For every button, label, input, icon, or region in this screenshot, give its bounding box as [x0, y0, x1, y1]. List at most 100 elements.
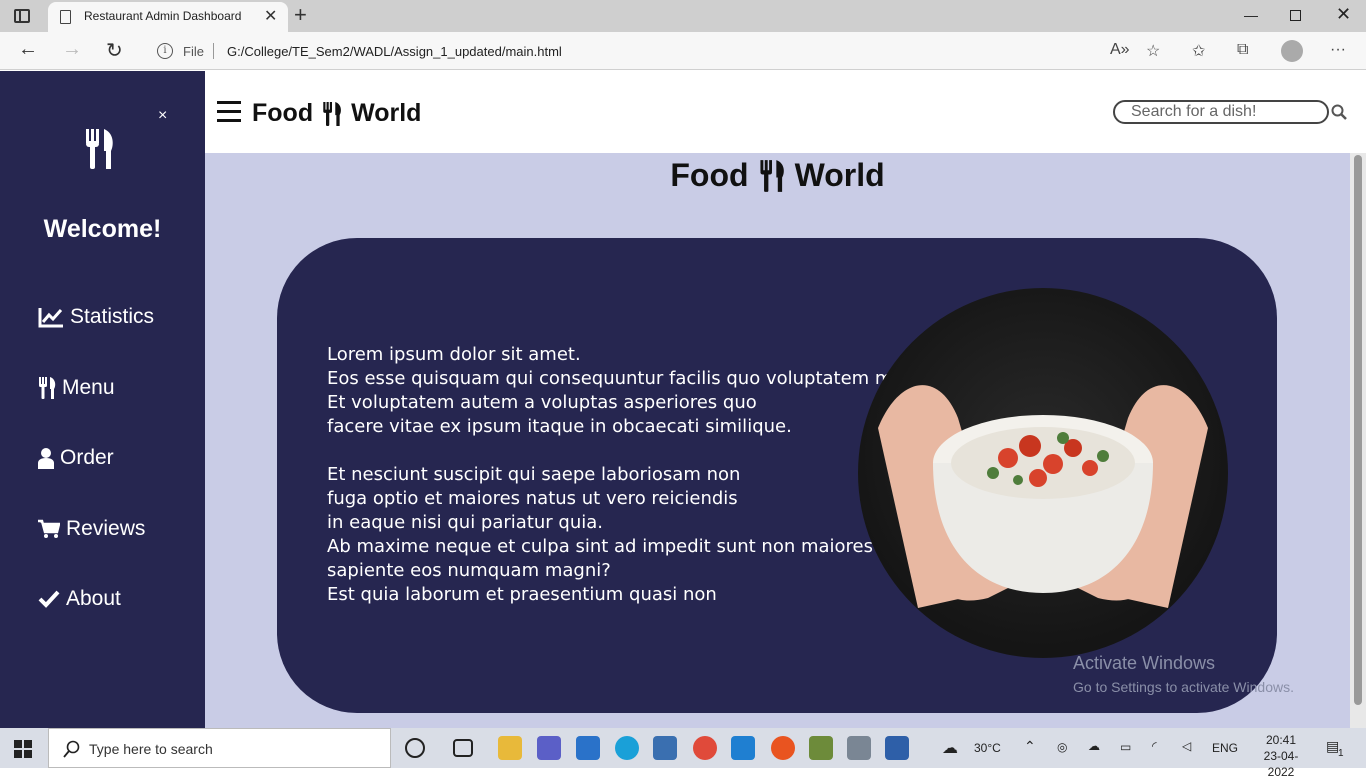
sidebar-item-menu[interactable]: Menu [38, 376, 115, 400]
page-title: Food World [205, 157, 1350, 194]
notepad-app-icon[interactable] [885, 736, 909, 760]
watermark-title: Activate Windows [1073, 653, 1216, 673]
top-navbar: Food World [205, 71, 1366, 153]
page-scrollbar[interactable] [1350, 153, 1366, 728]
volume-icon[interactable]: ◁ [1182, 739, 1191, 753]
intro-card: Lorem ipsum dolor sit amet. Eos esse qui… [277, 238, 1277, 713]
text-line: Et nesciunt suscipit qui saepe laboriosa… [327, 464, 741, 485]
sidebar-item-label: Menu [62, 376, 115, 399]
brand-text-right: World [351, 99, 422, 127]
tab-title: Restaurant Admin Dashboard [84, 9, 242, 23]
activate-windows-watermark: Activate Windows Go to Settings to activ… [1073, 653, 1294, 695]
maximize-icon[interactable] [1290, 10, 1301, 21]
sidebar-item-order[interactable]: Order [38, 446, 114, 470]
url-field[interactable]: i File G:/College/TE_Sem2/WADL/Assign_1_… [145, 36, 1105, 66]
window-close-icon[interactable]: ✕ [1336, 4, 1351, 25]
windows-taskbar: Type here to search ☁ 30°C ⌃ ◎ ☁ ▭ ◜ ◁ E… [0, 728, 1366, 779]
ubuntu-icon[interactable] [771, 736, 795, 760]
sidebar-close-button[interactable]: × [158, 107, 167, 125]
utensils-icon [39, 377, 56, 399]
info-icon[interactable]: i [157, 43, 173, 59]
url-text[interactable]: G:/College/TE_Sem2/WADL/Assign_1_updated… [227, 44, 562, 59]
text-line: Eos esse quisquam qui consequuntur facil… [327, 368, 926, 389]
page-title-right: World [794, 157, 885, 193]
text-line: Et voluptatem autem a voluptas asperiore… [327, 392, 757, 413]
mail-icon[interactable] [576, 736, 600, 760]
reload-icon[interactable]: ↻ [106, 38, 123, 63]
back-icon[interactable]: ← [18, 38, 38, 61]
brand-logo: Food World [252, 99, 421, 128]
user-icon [38, 448, 54, 469]
scrollbar-thumb[interactable] [1354, 155, 1362, 705]
watermark-subtitle: Go to Settings to activate Windows. [1073, 679, 1294, 695]
notification-count: 1 [1338, 748, 1344, 759]
text-line: Ab maxime neque et culpa sint ad impedit… [327, 536, 874, 557]
clock-date: 23-04-2022 [1263, 749, 1299, 779]
text-line: fuga optio et maiores natus ut vero reic… [327, 488, 738, 509]
favorites-icon[interactable]: ✩ [1192, 41, 1205, 61]
sidebar-item-about[interactable]: About [38, 587, 121, 611]
sidebar-item-label: Reviews [66, 517, 146, 540]
virtualbox-icon[interactable] [653, 736, 677, 760]
sidebar-item-label: Order [60, 446, 114, 469]
text-line: sapiente eos numquam magni? [327, 560, 611, 581]
welcome-heading: Welcome! [43, 215, 162, 243]
profile-icon[interactable] [1281, 40, 1303, 62]
control-panel-icon[interactable] [847, 736, 871, 760]
page-icon [60, 10, 71, 24]
hamburger-menu-icon[interactable] [217, 101, 241, 123]
wifi-icon[interactable]: ◜ [1152, 739, 1157, 753]
temperature-label[interactable]: 30°C [974, 741, 1001, 755]
taskbar-search-box[interactable]: Type here to search [48, 728, 391, 768]
sidebar-item-statistics[interactable]: Statistics [38, 305, 154, 329]
tab-actions-icon[interactable] [14, 9, 30, 23]
browser-tab[interactable]: Restaurant Admin Dashboard ✕ [48, 2, 288, 32]
sidebar-item-reviews[interactable]: Reviews [38, 517, 145, 541]
intro-text: Lorem ipsum dolor sit amet. Eos esse qui… [327, 343, 926, 607]
collections-icon[interactable]: ⧉ [1237, 41, 1248, 59]
windows-start-icon[interactable] [14, 740, 32, 758]
tab-close-icon[interactable]: ✕ [264, 6, 277, 26]
weather-icon[interactable]: ☁ [942, 738, 958, 758]
browser-address-bar: ← → ↻ i File G:/College/TE_Sem2/WADL/Ass… [0, 32, 1366, 70]
dish-image [858, 288, 1228, 658]
clock-time: 20:41 [1265, 733, 1297, 747]
more-options-icon[interactable]: ··· [1330, 41, 1346, 59]
chart-line-icon [38, 308, 63, 328]
text-line: Est quia laborum et praesentium quasi no… [327, 584, 717, 605]
page-title-left: Food [670, 157, 749, 193]
forward-icon[interactable]: → [62, 38, 82, 61]
search-icon[interactable] [1331, 104, 1347, 120]
minimize-icon[interactable]: — [1244, 7, 1258, 23]
onedrive-icon[interactable]: ☁ [1088, 739, 1100, 753]
text-line: facere vitae ex ipsum itaque in obcaecat… [327, 416, 792, 437]
file-explorer-icon[interactable] [498, 736, 522, 760]
utensils-icon [323, 101, 342, 126]
edge-icon[interactable] [615, 736, 639, 760]
check-icon [38, 590, 60, 608]
text-line: Lorem ipsum dolor sit amet. [327, 344, 581, 365]
search-icon [63, 740, 80, 758]
sidebar: × Welcome! Statistics Menu Order Reviews… [0, 71, 205, 728]
new-tab-icon[interactable]: + [294, 2, 307, 28]
cortana-icon[interactable] [405, 738, 425, 758]
language-indicator[interactable]: ENG [1212, 741, 1238, 755]
clock[interactable]: 20:41 23-04-2022 [1252, 732, 1310, 780]
app-icon[interactable] [809, 736, 833, 760]
dish-search-input[interactable] [1113, 100, 1329, 124]
task-view-icon[interactable] [453, 739, 473, 757]
add-favorite-icon[interactable]: ☆ [1146, 41, 1160, 61]
sidebar-item-label: Statistics [70, 305, 155, 328]
meet-now-icon[interactable]: ◎ [1057, 740, 1067, 754]
teams-icon[interactable] [537, 736, 561, 760]
text-line: in eaque nisi qui pariatur quia. [327, 512, 603, 533]
utensils-logo-icon [86, 129, 113, 169]
vscode-icon[interactable] [731, 736, 755, 760]
read-aloud-icon[interactable]: A» [1110, 41, 1130, 59]
tray-chevron-icon[interactable]: ⌃ [1024, 738, 1036, 755]
page-viewport: × Welcome! Statistics Menu Order Reviews… [0, 71, 1366, 728]
sidebar-item-label: About [66, 587, 121, 610]
brand-text-left: Food [252, 99, 314, 127]
chrome-icon[interactable] [693, 736, 717, 760]
battery-icon[interactable]: ▭ [1120, 740, 1131, 754]
